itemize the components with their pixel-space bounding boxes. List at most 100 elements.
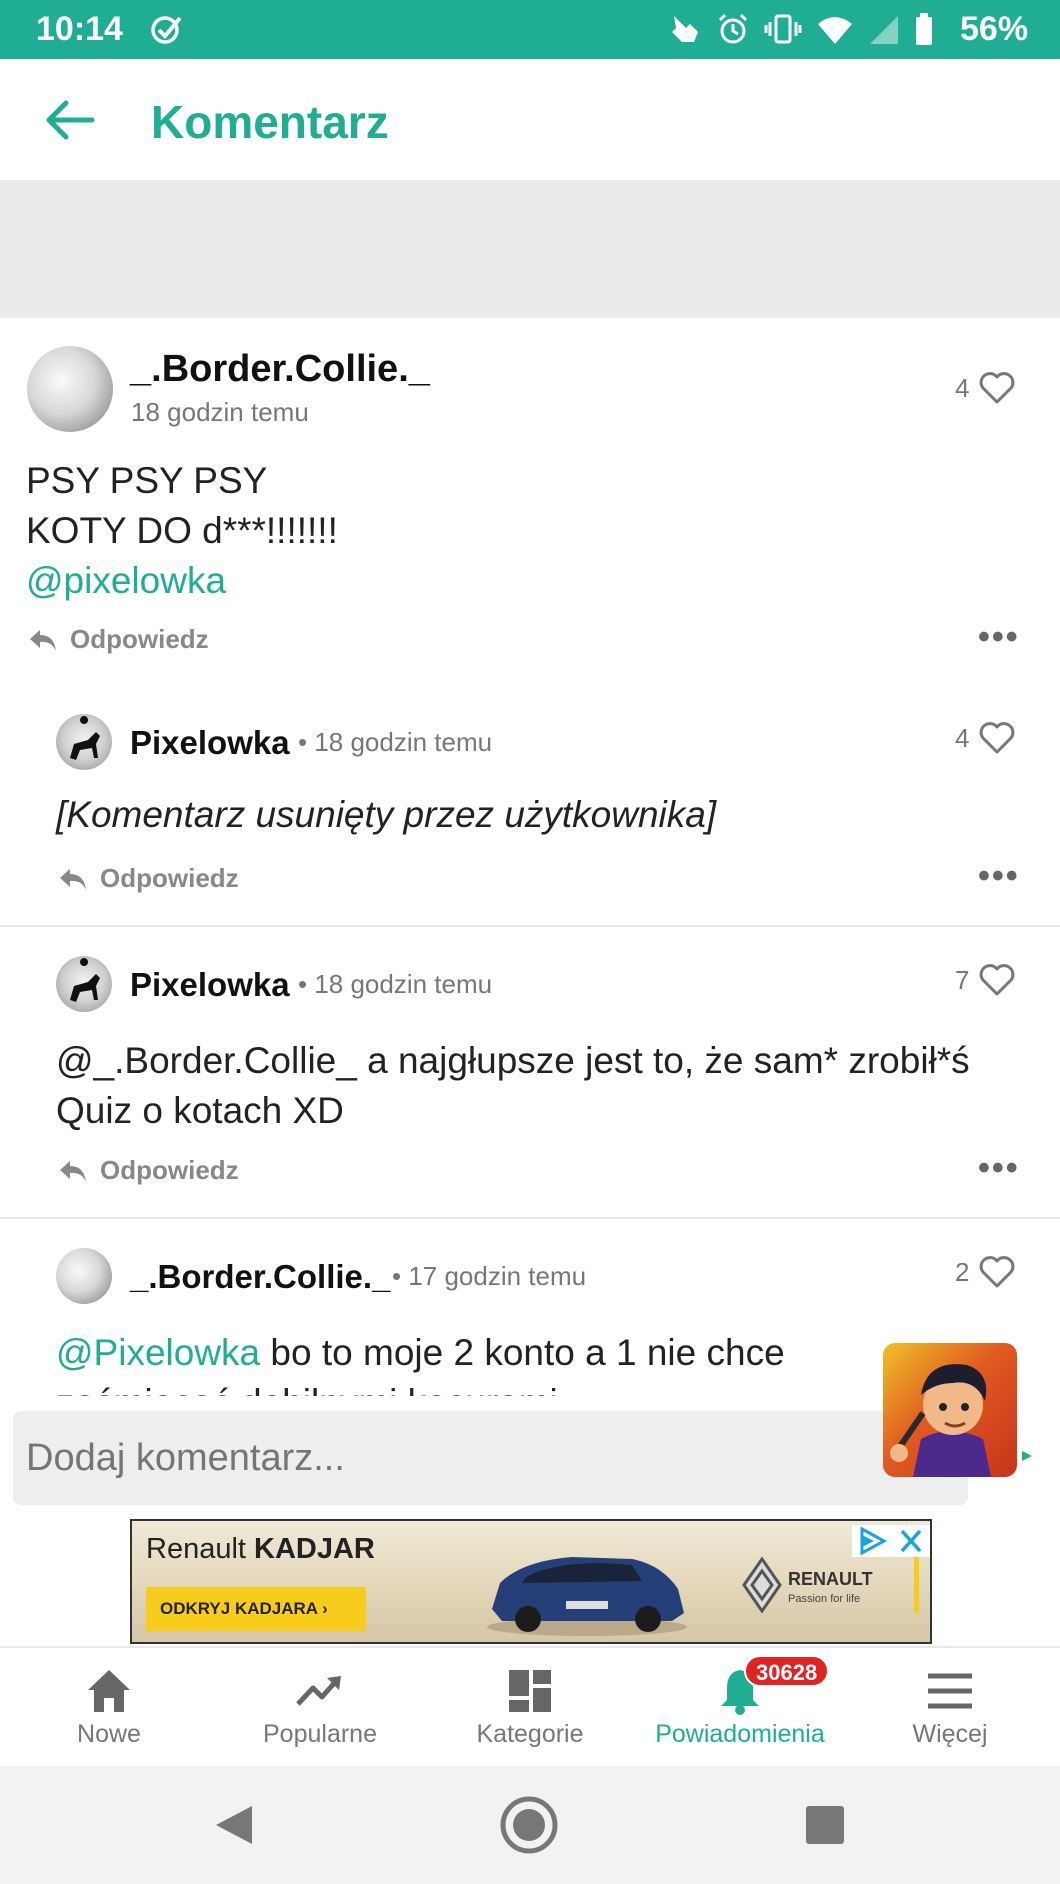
comment-username[interactable]: _.Border.Collie._ xyxy=(130,1258,390,1296)
nav-label: Popularne xyxy=(263,1720,377,1748)
nav-label: Więcej xyxy=(912,1720,988,1748)
avatar[interactable] xyxy=(56,714,112,770)
like-control[interactable]: 2 xyxy=(955,1256,1015,1288)
nav-label: Powiadomienia xyxy=(655,1720,825,1748)
more-options-icon[interactable]: ••• xyxy=(978,857,1020,896)
avatar[interactable] xyxy=(56,1248,112,1304)
like-control[interactable]: 4 xyxy=(955,722,1015,754)
recents-square-icon[interactable] xyxy=(804,1804,846,1846)
ad-cta-button[interactable]: ODKRYJ KADJARA › xyxy=(146,1587,366,1631)
comment-text: PSY PSY PSY KOTY DO d***!!!!!!! @pixelow… xyxy=(26,456,338,606)
car-image xyxy=(487,1557,687,1636)
ad-choices xyxy=(852,1525,930,1557)
divider xyxy=(0,925,1060,927)
reply-icon xyxy=(60,1160,86,1182)
comment-time: • 18 godzin temu xyxy=(298,727,493,757)
system-nav-bar xyxy=(0,1766,1060,1884)
like-count: 4 xyxy=(955,372,970,403)
ad-brand: Renault KADJAR xyxy=(146,1533,375,1566)
avatar[interactable] xyxy=(56,956,112,1012)
comment-text: @_.Border.Collie_ a najgłupsze jest to, … xyxy=(56,1036,970,1136)
nav-item-popularne[interactable]: Popularne xyxy=(214,1648,426,1768)
comment-line: PSY PSY PSY xyxy=(26,460,268,501)
touch-icon xyxy=(672,16,698,42)
comment-input[interactable] xyxy=(26,1429,886,1487)
menu-icon xyxy=(928,1673,972,1709)
reply-button[interactable]: Odpowiedz xyxy=(28,624,209,655)
nav-label: Nowe xyxy=(77,1720,141,1748)
avatar[interactable] xyxy=(27,346,113,432)
horse-rider-icon xyxy=(70,716,100,760)
trending-icon xyxy=(296,1676,341,1706)
home-circle-icon[interactable] xyxy=(499,1795,559,1855)
renault-diamond-icon xyxy=(742,1557,782,1613)
bottom-nav: Nowe Popularne Kategorie Powiadomienia W… xyxy=(0,1646,1060,1766)
like-control[interactable]: 4 xyxy=(955,372,1015,404)
comment-line: Quiz o kotach XD xyxy=(56,1090,344,1131)
heart-icon[interactable] xyxy=(979,722,1015,754)
signal-icon xyxy=(870,16,898,44)
comment-line: zaśmiecać debilnymi kocurami xyxy=(56,1378,785,1396)
comment-text-part: bo to moje 2 konto a 1 nie chce xyxy=(260,1332,785,1373)
cartoon-painter-icon xyxy=(890,1364,991,1477)
alarm-icon xyxy=(718,13,748,44)
comment-time: 18 godzin temu xyxy=(131,397,309,427)
nav-label: Kategorie xyxy=(476,1720,584,1748)
back-triangle-icon[interactable] xyxy=(212,1802,256,1848)
categories-icon xyxy=(509,1670,551,1712)
reply-label: Odpowiedz xyxy=(70,624,209,654)
divider xyxy=(0,1217,1060,1219)
heart-icon[interactable] xyxy=(979,1256,1015,1288)
promo-app-icon[interactable] xyxy=(883,1343,1017,1477)
comment-username[interactable]: _.Border.Collie._ xyxy=(130,348,430,391)
status-time: 10:14 xyxy=(36,10,123,48)
logo-accent-bar xyxy=(914,1557,919,1613)
horse-rider-icon xyxy=(70,958,100,1002)
ad-logo-tagline: Passion for life xyxy=(788,1593,861,1605)
ad-brand-model: KADJAR xyxy=(254,1533,375,1565)
comment-line: @Pixelowka bo to moje 2 konto a 1 nie ch… xyxy=(56,1328,785,1378)
notification-badge: 30628 xyxy=(744,1655,830,1687)
reply-label: Odpowiedz xyxy=(100,863,239,893)
ad-brand-prefix: Renault xyxy=(146,1533,246,1565)
battery-percent: 56% xyxy=(960,10,1029,48)
back-arrow-icon[interactable] xyxy=(44,99,96,141)
comments-list[interactable]: _.Border.Collie._ 18 godzin temu 4 PSY P… xyxy=(0,318,1060,1396)
comment-username[interactable]: Pixelowka xyxy=(130,966,290,1004)
reply-icon xyxy=(60,868,86,890)
home-icon xyxy=(88,1670,130,1712)
comment-text: @Pixelowka bo to moje 2 konto a 1 nie ch… xyxy=(56,1328,785,1396)
nav-item-kategorie[interactable]: Kategorie xyxy=(424,1648,636,1768)
renault-logo: RENAULT Passion for life xyxy=(742,1557,922,1617)
adchoices-icon[interactable] xyxy=(852,1525,892,1557)
reply-button[interactable]: Odpowiedz xyxy=(58,863,239,894)
check-circle-icon xyxy=(151,16,182,44)
like-count: 2 xyxy=(955,1256,970,1287)
reply-label: Odpowiedz xyxy=(100,1155,239,1185)
more-options-icon[interactable]: ••• xyxy=(978,618,1020,657)
page-title: Komentarz xyxy=(151,96,389,148)
more-options-icon[interactable]: ••• xyxy=(978,1149,1020,1188)
reply-button[interactable]: Odpowiedz xyxy=(58,1155,239,1186)
like-count: 7 xyxy=(955,964,970,995)
heart-icon[interactable] xyxy=(979,964,1015,996)
mention-link[interactable]: @pixelowka xyxy=(26,556,338,606)
comment-text: [Komentarz usunięty przez użytkownika] xyxy=(56,794,717,835)
app-bar: Komentarz xyxy=(0,59,1060,180)
ad-banner[interactable]: Renault KADJAR ODKRYJ KADJARA › RENAULT … xyxy=(130,1519,932,1644)
nav-item-wiecej[interactable]: Więcej xyxy=(844,1648,1056,1768)
comment-input-bar xyxy=(13,1411,968,1505)
nav-item-nowe[interactable]: Nowe xyxy=(3,1648,215,1768)
like-control[interactable]: 7 xyxy=(955,964,1015,996)
banner-placeholder xyxy=(0,180,1060,318)
comment-username[interactable]: Pixelowka xyxy=(130,724,290,762)
mention-link[interactable]: @Pixelowka xyxy=(56,1332,260,1373)
wifi-icon xyxy=(818,17,852,44)
comment-line: KOTY DO d***!!!!!!! xyxy=(26,510,338,551)
heart-icon[interactable] xyxy=(979,372,1015,404)
reply-icon xyxy=(30,629,56,651)
close-icon[interactable] xyxy=(892,1525,930,1557)
comment-line: @_.Border.Collie_ a najgłupsze jest to, … xyxy=(56,1040,970,1081)
status-bar: 10:14 56% xyxy=(0,0,1060,59)
status-icons xyxy=(668,12,934,46)
